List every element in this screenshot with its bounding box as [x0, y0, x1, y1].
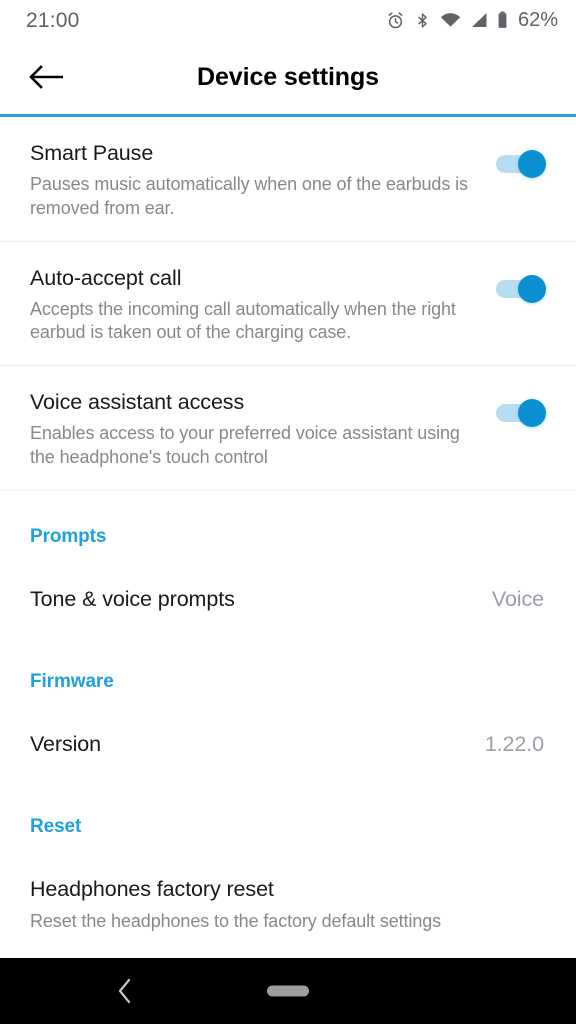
status-clock: 21:00 [26, 8, 80, 32]
alarm-icon [386, 11, 405, 30]
setting-row-voice-assistant-access[interactable]: Voice assistant access Enables access to… [0, 366, 576, 491]
toggle-voice-assistant-access[interactable] [496, 396, 548, 430]
setting-description: Enables access to your preferred voice a… [30, 423, 460, 467]
setting-title: Version [30, 731, 102, 756]
status-bar: 21:00 62% [0, 0, 576, 40]
setting-value: 1.22.0 [484, 732, 544, 757]
section-header-firmware: Firmware [30, 670, 114, 692]
setting-title: Tone & voice prompts [30, 586, 235, 611]
setting-title: Voice assistant access [30, 390, 245, 415]
row-text: Smart Pause Pauses music automatically w… [30, 141, 496, 221]
nav-home-pill-icon[interactable] [267, 985, 309, 997]
device-settings-screen: 21:00 62% Device settings Smart Pause Pa… [0, 0, 576, 1024]
toggle-smart-pause[interactable] [496, 147, 548, 181]
section-header-prompts: Prompts [30, 525, 107, 547]
setting-title: Headphones factory reset [30, 877, 274, 902]
status-icon-group: 62% [386, 10, 558, 30]
section-header-reset: Reset [30, 816, 82, 838]
bluetooth-icon [414, 11, 431, 30]
setting-title: Smart Pause [30, 141, 154, 165]
battery-percent-label: 62% [517, 9, 558, 31]
setting-description: Pauses music automatically when one of t… [30, 174, 468, 218]
system-navigation-bar [0, 958, 576, 1024]
row-text: Voice assistant access Enables access to… [30, 390, 496, 470]
row-text: Auto-accept call Accepts the incoming ca… [30, 266, 496, 346]
setting-value: Voice [491, 586, 544, 611]
setting-row-tone-voice-prompts[interactable]: Tone & voice prompts Voice [0, 548, 576, 636]
setting-row-version: Version 1.22.0 [0, 693, 576, 781]
setting-row-auto-accept-call[interactable]: Auto-accept call Accepts the incoming ca… [0, 242, 576, 367]
page-title: Device settings [197, 62, 379, 91]
back-arrow-icon[interactable] [24, 55, 68, 99]
toggle-knob [518, 150, 546, 178]
nav-back-chevron-icon[interactable] [104, 970, 146, 1012]
app-bar: Device settings [0, 40, 576, 114]
toggle-auto-accept-call[interactable] [496, 272, 548, 306]
setting-description: Accepts the incoming call automatically … [30, 298, 456, 343]
cellular-signal-icon [470, 12, 488, 28]
toggle-knob [518, 399, 546, 428]
setting-row-smart-pause[interactable]: Smart Pause Pauses music automatically w… [0, 117, 576, 242]
setting-title: Auto-accept call [30, 265, 182, 290]
setting-row-headphones-factory-reset[interactable]: Headphones factory reset Reset the headp… [0, 838, 576, 953]
wifi-icon [440, 12, 461, 28]
settings-list: Smart Pause Pauses music automatically w… [0, 117, 576, 958]
setting-description: Reset the headphones to the factory defa… [30, 910, 442, 931]
battery-icon [497, 11, 508, 29]
toggle-knob [518, 274, 546, 303]
